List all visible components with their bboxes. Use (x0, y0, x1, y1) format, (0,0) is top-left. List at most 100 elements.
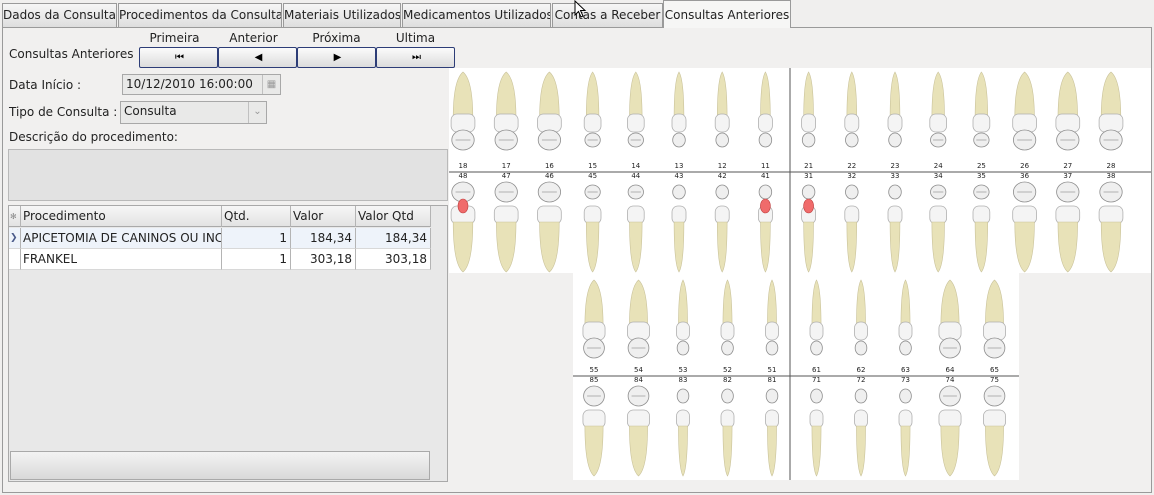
prev-icon: ◀ (254, 52, 263, 63)
tooth-number-14: 14 (631, 162, 640, 170)
tooth-number-33: 33 (891, 172, 900, 180)
tooth-number-26: 26 (1020, 162, 1029, 170)
last-label: Ultima (395, 31, 436, 45)
col-qtd[interactable]: Qtd. (222, 206, 291, 227)
calendar-icon[interactable]: ▦ (262, 75, 280, 94)
row-pointer-icon: ❯ (9, 228, 21, 249)
tipo-consulta-value: Consulta (124, 104, 177, 118)
tooth-number-47: 47 (502, 172, 511, 180)
tooth-number-82: 82 (723, 376, 732, 384)
tab-consultas-anteriores[interactable]: Consultas Anteriores (663, 0, 791, 28)
row-indicator (9, 249, 21, 270)
tooth-number-16: 16 (545, 162, 554, 170)
tipo-consulta-select[interactable]: Consulta ⌄ (120, 101, 267, 124)
first-icon: ⏮ (175, 52, 184, 63)
table-row[interactable]: ❯ APICETOMIA DE CANINOS OU INCI 1 184,34… (9, 228, 431, 249)
odontogram: 18 17 16 15 14 13 12 11 21 22 23 24 25 26 27 28 48 47 46 45… (449, 68, 1151, 480)
tooth-number-25: 25 (977, 162, 986, 170)
tooth-number-13: 13 (675, 162, 684, 170)
tooth-number-61: 61 (812, 366, 821, 374)
last-button[interactable]: ⏭ (376, 47, 455, 68)
horizontal-scrollbar[interactable] (10, 451, 430, 480)
tooth-number-31: 31 (804, 172, 813, 180)
tooth-number-43: 43 (675, 172, 684, 180)
cell-valor-qtd[interactable]: 303,18 (356, 249, 431, 270)
row-indicator-header: ✻ (9, 206, 21, 227)
col-valor-qtd[interactable]: Valor Qtd (356, 206, 431, 227)
descricao-field[interactable] (8, 149, 448, 201)
tooth-number-72: 72 (857, 376, 866, 384)
tooth-number-64: 64 (946, 366, 955, 374)
tab-materiais-utilizados[interactable]: Materiais Utilizados (283, 3, 401, 27)
tipo-consulta-label: Tipo de Consulta : (9, 105, 118, 119)
tooth-number-35: 35 (977, 172, 986, 180)
tooth-number-44: 44 (631, 172, 640, 180)
tooth-number-36: 36 (1020, 172, 1029, 180)
tooth-number-84: 84 (634, 376, 643, 384)
next-button[interactable]: ▶ (297, 47, 376, 68)
tooth-number-74: 74 (946, 376, 955, 384)
cell-valor-qtd[interactable]: 184,34 (356, 228, 431, 249)
tooth-number-41: 41 (761, 172, 770, 180)
cell-qtd[interactable]: 1 (222, 249, 291, 270)
prev-button[interactable]: ◀ (218, 47, 297, 68)
next-label: Próxima (312, 31, 361, 45)
cell-procedimento[interactable]: APICETOMIA DE CANINOS OU INCI (21, 228, 222, 249)
cell-qtd[interactable]: 1 (222, 228, 291, 249)
tooth-number-85: 85 (590, 376, 599, 384)
data-inicio-value: 10/12/2010 16:00:00 (126, 77, 253, 91)
tab-medicamentos-utilizados[interactable]: Medicamentos Utilizados (402, 3, 551, 27)
tooth-number-17: 17 (502, 162, 511, 170)
tab-contas-receber[interactable]: Contas a Receber (552, 3, 663, 27)
tooth-number-24: 24 (934, 162, 943, 170)
tooth-number-34: 34 (934, 172, 943, 180)
tooth-number-18: 18 (459, 162, 468, 170)
cell-valor[interactable]: 303,18 (291, 249, 356, 270)
tooth-number-62: 62 (857, 366, 866, 374)
mouse-cursor-icon (574, 0, 587, 18)
tooth-number-37: 37 (1063, 172, 1072, 180)
tooth-number-48: 48 (459, 172, 468, 180)
tooth-number-12: 12 (718, 162, 727, 170)
first-button[interactable]: ⏮ (139, 47, 218, 68)
col-procedimento[interactable]: Procedimento (21, 206, 222, 227)
tooth-number-11: 11 (761, 162, 770, 170)
data-inicio-label: Data Início : (9, 78, 82, 92)
descricao-label: Descrição do procedimento: (9, 130, 178, 144)
tooth-number-81: 81 (768, 376, 777, 384)
tooth-number-15: 15 (588, 162, 597, 170)
col-valor[interactable]: Valor (291, 206, 356, 227)
marked-tooth-48 (457, 198, 469, 214)
table-row[interactable]: FRANKEL 1 303,18 303,18 (9, 249, 431, 270)
marked-tooth-41 (760, 198, 771, 214)
tooth-number-75: 75 (990, 376, 999, 384)
tooth-number-51: 51 (768, 366, 777, 374)
tooth-number-42: 42 (718, 172, 727, 180)
procedures-grid: ✻ Procedimento Qtd. Valor Valor Qtd ❯ AP… (8, 205, 448, 482)
tooth-number-53: 53 (679, 366, 688, 374)
tooth-number-55: 55 (590, 366, 599, 374)
nav-label: Consultas Anteriores (9, 47, 134, 61)
tooth-number-54: 54 (634, 366, 643, 374)
chevron-down-icon[interactable]: ⌄ (248, 102, 266, 123)
tooth-number-22: 22 (847, 162, 856, 170)
prev-label: Anterior (229, 31, 278, 45)
tooth-number-45: 45 (588, 172, 597, 180)
tooth-number-71: 71 (812, 376, 821, 384)
tooth-number-52: 52 (723, 366, 732, 374)
tooth-number-65: 65 (990, 366, 999, 374)
tab-dados-consulta[interactable]: Dados da Consulta (2, 3, 117, 27)
tab-procedimentos-consulta[interactable]: Procedimentos da Consulta (118, 3, 282, 27)
tooth-number-21: 21 (804, 162, 813, 170)
tooth-number-27: 27 (1063, 162, 1072, 170)
cell-procedimento[interactable]: FRANKEL (21, 249, 222, 270)
tooth-number-38: 38 (1107, 172, 1116, 180)
tooth-number-73: 73 (901, 376, 910, 384)
last-icon: ⏭ (412, 52, 421, 63)
tooth-number-23: 23 (891, 162, 900, 170)
data-inicio-field[interactable]: 10/12/2010 16:00:00 ▦ (122, 74, 281, 95)
cell-valor[interactable]: 184,34 (291, 228, 356, 249)
first-label: Primeira (149, 31, 200, 45)
next-icon: ▶ (333, 52, 342, 63)
tooth-number-83: 83 (679, 376, 688, 384)
